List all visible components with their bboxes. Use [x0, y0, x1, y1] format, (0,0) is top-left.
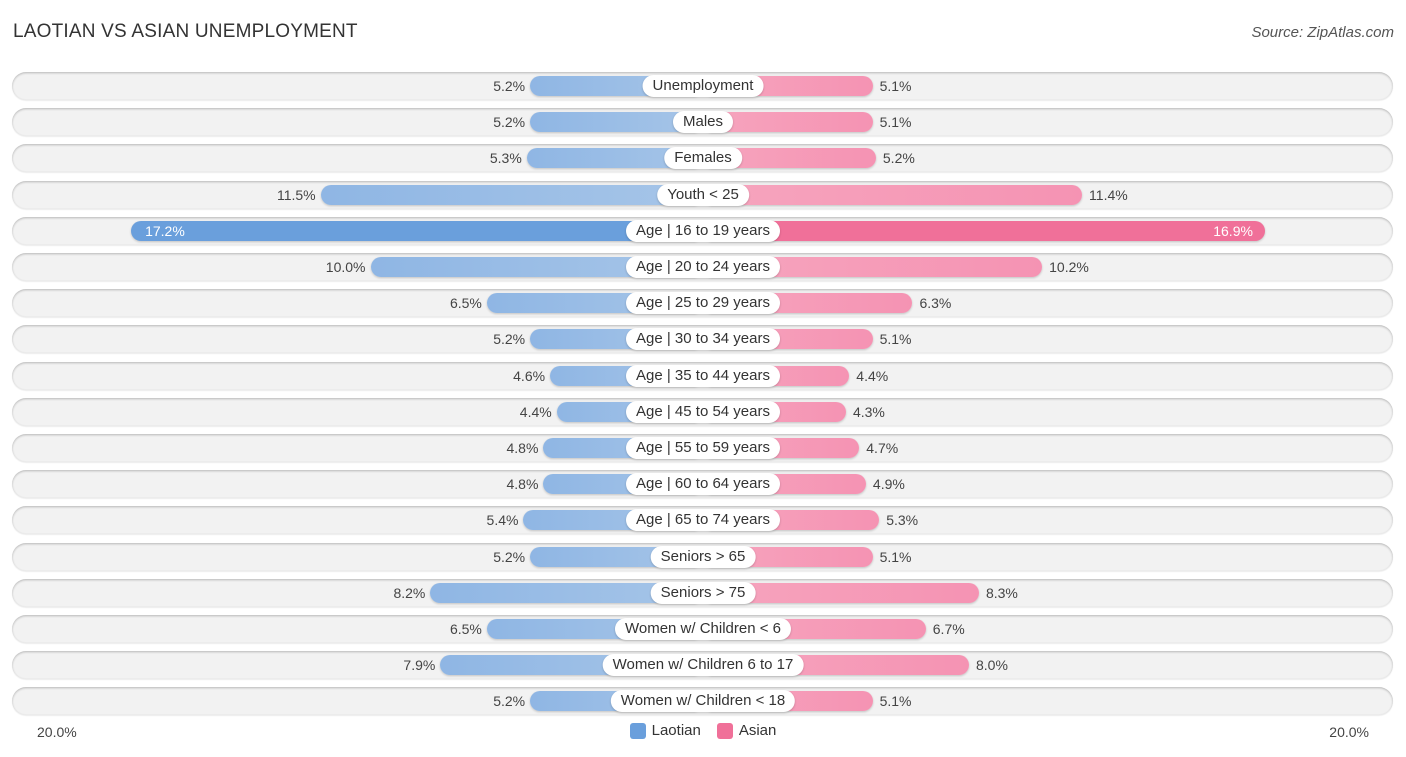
legend-item-laotian[interactable]: Laotian [629, 722, 701, 739]
value-label-asian: 5.2% [882, 150, 915, 166]
value-label-laotian: 5.2% [493, 331, 526, 347]
category-label: Seniors > 75 [650, 582, 756, 604]
legend-swatch-asian [716, 722, 733, 739]
bar-asian[interactable] [703, 185, 1083, 205]
value-label-asian: 8.0% [976, 657, 1008, 673]
category-label: Age | 30 to 34 years [626, 328, 780, 350]
legend-swatch-laotian [629, 722, 646, 739]
category-label: Age | 25 to 29 years [626, 292, 780, 314]
legend-label-asian: Asian [738, 722, 777, 739]
value-label-asian: 5.3% [886, 512, 919, 528]
value-label-asian: 8.3% [985, 585, 1018, 601]
value-label-laotian: 5.2% [493, 693, 526, 709]
value-label-laotian: 17.2% [145, 223, 185, 239]
value-label-laotian: 7.9% [403, 657, 436, 673]
value-label-laotian: 5.2% [493, 549, 526, 565]
value-label-asian: 6.7% [932, 621, 965, 637]
value-label-laotian: 10.0% [325, 259, 366, 275]
value-label-laotian: 4.6% [513, 368, 546, 384]
category-label: Females [664, 147, 742, 169]
value-label-laotian: 8.2% [393, 585, 426, 601]
value-label-laotian: 11.5% [276, 187, 316, 203]
category-label: Youth < 25 [657, 184, 749, 206]
value-label-asian: 4.9% [872, 476, 905, 492]
value-label-asian: 5.1% [879, 114, 912, 130]
value-label-asian: 5.1% [879, 331, 912, 347]
value-label-laotian: 5.3% [489, 150, 522, 166]
category-label: Unemployment [642, 75, 764, 97]
category-label: Women w/ Children < 18 [610, 690, 796, 712]
legend-item-asian[interactable]: Asian [716, 722, 777, 739]
value-label-laotian: 4.4% [519, 404, 552, 420]
value-label-asian: 5.1% [879, 78, 912, 94]
category-label: Seniors > 65 [650, 546, 756, 568]
value-label-asian: 5.1% [879, 549, 912, 565]
value-label-laotian: 4.8% [506, 440, 539, 456]
category-label: Age | 35 to 44 years [626, 365, 780, 387]
bar-asian[interactable] [703, 221, 1265, 241]
value-label-asian: 10.2% [1049, 259, 1089, 275]
category-label: Women w/ Children 6 to 17 [602, 654, 804, 676]
value-label-asian: 16.9% [1213, 223, 1253, 239]
value-label-laotian: 6.5% [449, 295, 482, 311]
category-label: Males [672, 111, 734, 133]
legend-label-laotian: Laotian [651, 722, 701, 739]
value-label-laotian: 5.4% [486, 512, 519, 528]
value-label-asian: 11.4% [1089, 187, 1128, 203]
bar-laotian[interactable] [320, 185, 703, 205]
value-label-laotian: 5.2% [493, 78, 526, 94]
value-label-laotian: 5.2% [493, 114, 526, 130]
value-label-asian: 6.3% [919, 295, 952, 311]
value-label-asian: 4.3% [852, 404, 885, 420]
category-label: Women w/ Children < 6 [614, 618, 792, 640]
value-label-asian: 4.7% [866, 440, 899, 456]
value-label-asian: 4.4% [856, 368, 889, 384]
category-label: Age | 45 to 54 years [626, 401, 780, 423]
value-label-asian: 5.1% [879, 693, 912, 709]
category-label: Age | 16 to 19 years [626, 220, 780, 242]
category-label: Age | 60 to 64 years [626, 473, 780, 495]
diverging-bar-chart: 5.2% 5.1% Unemployment 5.2% 5.1% Males 5.3% 5.2… [0, 0, 1406, 757]
category-label: Age | 20 to 24 years [626, 256, 780, 278]
value-label-laotian: 6.5% [449, 621, 482, 637]
legend: Laotian Asian [0, 722, 1406, 739]
category-label: Age | 55 to 59 years [626, 437, 780, 459]
bar-laotian[interactable] [131, 221, 703, 241]
value-label-laotian: 4.8% [506, 476, 539, 492]
category-label: Age | 65 to 74 years [626, 509, 780, 531]
